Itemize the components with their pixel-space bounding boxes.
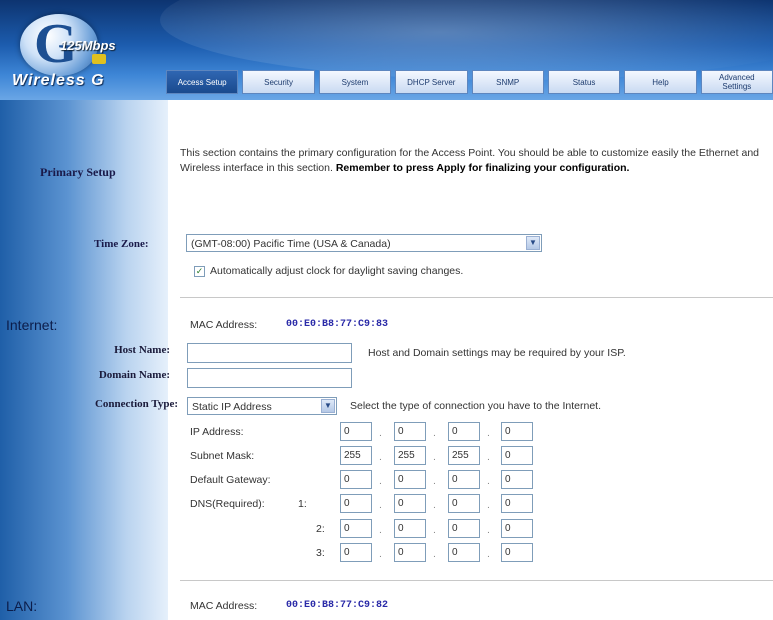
default-gateway-octet-2[interactable]: 0 bbox=[394, 470, 426, 489]
subnet-mask-label: Subnet Mask: bbox=[190, 450, 255, 462]
dns-index-3: 3: bbox=[316, 547, 325, 559]
connection-type-select[interactable]: Static IP Address ▼ bbox=[187, 397, 337, 415]
octet-separator: . bbox=[433, 451, 436, 463]
subnet-mask-octet-1[interactable]: 255 bbox=[340, 446, 372, 465]
subnet-mask-octet-4[interactable]: 0 bbox=[501, 446, 533, 465]
octet-separator: . bbox=[379, 499, 382, 511]
logo-speed: 125Mbps bbox=[60, 38, 116, 53]
octet-separator: . bbox=[487, 499, 490, 511]
dns-2-octet-1[interactable]: 0 bbox=[340, 519, 372, 538]
octet-separator: . bbox=[433, 427, 436, 439]
octet-separator: . bbox=[379, 548, 382, 560]
default-gateway-label: Default Gateway: bbox=[190, 474, 271, 486]
dns-label: DNS(Required): bbox=[190, 498, 265, 510]
domain-name-label: Domain Name: bbox=[98, 369, 170, 381]
time-zone-select[interactable]: (GMT-08:00) Pacific Time (USA & Canada) … bbox=[186, 234, 542, 252]
octet-separator: . bbox=[433, 548, 436, 560]
chevron-down-icon[interactable]: ▼ bbox=[321, 399, 335, 413]
intro-bold-text: Remember to press Apply for finalizing y… bbox=[335, 162, 630, 174]
tab-system[interactable]: System bbox=[318, 70, 392, 94]
dns-3-octet-3[interactable]: 0 bbox=[448, 543, 480, 562]
octet-separator: . bbox=[433, 524, 436, 536]
tab-access-setup[interactable]: Access Setup bbox=[166, 70, 239, 94]
octet-separator: . bbox=[379, 427, 382, 439]
left-sidebar: Primary Setup Time Zone: bbox=[0, 100, 168, 620]
connection-type-label: Connection Type: bbox=[94, 398, 178, 410]
octet-separator: . bbox=[487, 548, 490, 560]
dns-2-octet-3[interactable]: 0 bbox=[448, 519, 480, 538]
internet-mac-value: 00:E0:B8:77:C9:83 bbox=[286, 319, 389, 330]
logo-brand: Wireless G bbox=[12, 72, 105, 89]
ip-address-octet-4[interactable]: 0 bbox=[501, 422, 533, 441]
dns-3-octet-4[interactable]: 0 bbox=[501, 543, 533, 562]
dns-1-octet-2[interactable]: 0 bbox=[394, 494, 426, 513]
dns-1-octet-1[interactable]: 0 bbox=[340, 494, 372, 513]
tab-snmp[interactable]: SNMP bbox=[471, 70, 544, 94]
dns-1-octet-3[interactable]: 0 bbox=[448, 494, 480, 513]
time-zone-value: (GMT-08:00) Pacific Time (USA & Canada) bbox=[191, 238, 391, 250]
time-zone-label: Time Zone: bbox=[94, 238, 149, 250]
lan-mac-label: MAC Address: bbox=[190, 600, 258, 612]
tab-dhcp-server[interactable]: DHCP Server bbox=[395, 70, 468, 94]
lan-section-title: LAN: bbox=[6, 598, 38, 614]
dns-2-octet-4[interactable]: 0 bbox=[501, 519, 533, 538]
primary-setup-title: Primary Setup bbox=[40, 165, 116, 179]
octet-separator: . bbox=[379, 524, 382, 536]
subnet-mask-octet-3[interactable]: 255 bbox=[448, 446, 480, 465]
main-content: This section contains the primary config… bbox=[168, 100, 773, 620]
isp-note: Host and Domain settings may be required… bbox=[368, 347, 626, 359]
tab-advanced-settings[interactable]: Advanced Settings bbox=[700, 70, 773, 94]
default-gateway-octet-1[interactable]: 0 bbox=[340, 470, 372, 489]
octet-separator: . bbox=[487, 475, 490, 487]
octet-separator: . bbox=[487, 427, 490, 439]
host-name-input[interactable] bbox=[187, 343, 352, 363]
octet-separator: . bbox=[433, 475, 436, 487]
tab-security[interactable]: Security bbox=[242, 70, 315, 94]
dns-1-octet-4[interactable]: 0 bbox=[501, 494, 533, 513]
dst-checkbox[interactable]: ✓ bbox=[194, 266, 205, 277]
ip-address-octet-3[interactable]: 0 bbox=[448, 422, 480, 441]
host-name-label: Host Name: bbox=[114, 344, 170, 356]
nav-tabs: Access Setup Security System DHCP Server… bbox=[166, 70, 773, 94]
lan-mac-value: 00:E0:B8:77:C9:82 bbox=[286, 600, 389, 611]
divider-internet bbox=[180, 297, 773, 298]
ip-address-label: IP Address: bbox=[190, 426, 244, 438]
dns-3-octet-1[interactable]: 0 bbox=[340, 543, 372, 562]
intro-text: This section contains the primary config… bbox=[180, 147, 760, 174]
subnet-mask-octet-2[interactable]: 255 bbox=[394, 446, 426, 465]
default-gateway-octet-3[interactable]: 0 bbox=[448, 470, 480, 489]
dns-index-2: 2: bbox=[316, 523, 325, 535]
octet-separator: . bbox=[379, 451, 382, 463]
default-gateway-octet-4[interactable]: 0 bbox=[501, 470, 533, 489]
chevron-down-icon[interactable]: ▼ bbox=[526, 236, 540, 250]
dns-2-octet-2[interactable]: 0 bbox=[394, 519, 426, 538]
octet-separator: . bbox=[379, 475, 382, 487]
ip-address-octet-1[interactable]: 0 bbox=[340, 422, 372, 441]
header-swoosh bbox=[160, 0, 773, 80]
tab-status[interactable]: Status bbox=[547, 70, 621, 94]
dst-label: Automatically adjust clock for daylight … bbox=[210, 265, 464, 277]
connection-note: Select the type of connection you have t… bbox=[350, 400, 602, 412]
domain-name-input[interactable] bbox=[187, 368, 352, 388]
octet-separator: . bbox=[487, 451, 490, 463]
divider-lan bbox=[180, 580, 773, 581]
tab-help[interactable]: Help bbox=[624, 70, 697, 94]
dns-3-octet-2[interactable]: 0 bbox=[394, 543, 426, 562]
internet-mac-label: MAC Address: bbox=[190, 319, 258, 331]
ip-address-octet-2[interactable]: 0 bbox=[394, 422, 426, 441]
internet-section-title: Internet: bbox=[6, 317, 58, 333]
octet-separator: . bbox=[433, 499, 436, 511]
logo-plus-icon bbox=[92, 54, 106, 64]
octet-separator: . bbox=[487, 524, 490, 536]
connection-type-value: Static IP Address bbox=[192, 401, 272, 413]
header-banner: G 125Mbps Wireless G Access Setup Securi… bbox=[0, 0, 773, 100]
dns-index-1: 1: bbox=[298, 498, 307, 510]
